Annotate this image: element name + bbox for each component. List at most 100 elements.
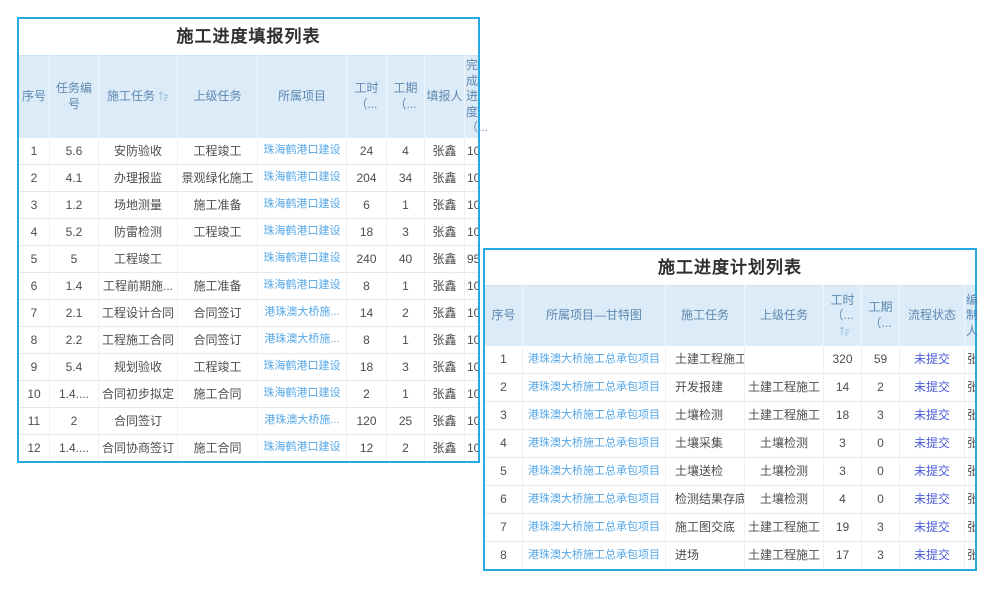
cell: 1 [387, 380, 425, 407]
cell: 24 [347, 138, 387, 165]
progress-report-panel: 施工进度填报列表 序号任务编号施工任务上级任务所属项目工时（...工期（...填… [17, 17, 480, 463]
column-header: 施工任务 [666, 286, 745, 347]
cell: 1 [387, 191, 425, 218]
column-header-label: 序号 [22, 89, 46, 103]
project-link[interactable]: 港珠澳大桥施... [258, 326, 347, 353]
status-link[interactable]: 未提交 [900, 346, 965, 374]
table-row: 101.4....合同初步拟定施工合同珠海鹤港口建设21张鑫100 [19, 380, 478, 407]
cell: 2.1 [50, 299, 99, 326]
status-link[interactable]: 未提交 [900, 542, 965, 570]
cell: 2 [19, 164, 50, 191]
project-link[interactable]: 港珠澳大桥施工总承包项目 [523, 374, 666, 402]
cell: 土建工程施工 [666, 346, 745, 374]
column-header-label: 上级任务 [760, 308, 808, 322]
project-link[interactable]: 港珠澳大桥施工总承包项目 [523, 402, 666, 430]
cell: 18 [824, 402, 862, 430]
cell: 100 [465, 138, 479, 165]
project-link[interactable]: 港珠澳大桥施工总承包项目 [523, 514, 666, 542]
table-row: 45.2防雷检测工程竣工珠海鹤港口建设183张鑫100 [19, 218, 478, 245]
column-header-label: 任务编号 [56, 81, 92, 111]
cell: 3 [485, 402, 523, 430]
column-header: 所属项目 [258, 56, 347, 138]
cell: 土壤采集 [666, 430, 745, 458]
cell: 14 [347, 299, 387, 326]
project-link[interactable]: 港珠澳大桥施工总承包项目 [523, 486, 666, 514]
cell: 95 [465, 245, 479, 272]
cell: 张鑫 [965, 402, 976, 430]
cell: 4 [19, 218, 50, 245]
column-header[interactable]: 工时（... [824, 286, 862, 347]
cell: 100 [465, 407, 479, 434]
table-row: 4港珠澳大桥施工总承包项目土壤采集土壤检测30未提交张鑫 [485, 430, 975, 458]
project-link[interactable]: 珠海鹤港口建设 [258, 434, 347, 461]
cell: 9 [19, 353, 50, 380]
cell: 张鑫 [425, 138, 465, 165]
cell: 土建工程施工 [745, 374, 824, 402]
cell: 1.4.... [50, 434, 99, 461]
column-header-label: 工时（... [354, 81, 378, 111]
project-link[interactable]: 珠海鹤港口建设 [258, 272, 347, 299]
project-link[interactable]: 港珠澳大桥施工总承包项目 [523, 346, 666, 374]
cell: 4.1 [50, 164, 99, 191]
project-link[interactable]: 港珠澳大桥施工总承包项目 [523, 458, 666, 486]
table-row: 55工程竣工珠海鹤港口建设24040张鑫95 [19, 245, 478, 272]
table-row: 31.2场地测量施工准备珠海鹤港口建设61张鑫100 [19, 191, 478, 218]
table-row: 24.1办理报监景观绿化施工珠海鹤港口建设20434张鑫100 [19, 164, 478, 191]
cell: 张鑫 [965, 542, 976, 570]
cell: 工程竣工 [178, 138, 258, 165]
cell: 施工图交底 [666, 514, 745, 542]
project-link[interactable]: 港珠澳大桥施... [258, 407, 347, 434]
status-link[interactable]: 未提交 [900, 486, 965, 514]
project-link[interactable]: 港珠澳大桥施... [258, 299, 347, 326]
status-link[interactable]: 未提交 [900, 458, 965, 486]
project-link[interactable]: 珠海鹤港口建设 [258, 353, 347, 380]
project-link[interactable]: 珠海鹤港口建设 [258, 164, 347, 191]
status-link[interactable]: 未提交 [900, 514, 965, 542]
cell: 张鑫 [425, 353, 465, 380]
cell: 100 [465, 326, 479, 353]
project-link[interactable]: 港珠澳大桥施工总承包项目 [523, 542, 666, 570]
cell: 1.4 [50, 272, 99, 299]
cell: 1 [387, 326, 425, 353]
cell: 合同协商签订 [99, 434, 178, 461]
cell: 防雷检测 [99, 218, 178, 245]
cell: 土壤检测 [666, 402, 745, 430]
column-header: 工时（... [347, 56, 387, 138]
project-link[interactable]: 珠海鹤港口建设 [258, 138, 347, 165]
status-link[interactable]: 未提交 [900, 374, 965, 402]
cell: 100 [465, 218, 479, 245]
sort-icon [839, 325, 850, 336]
column-header-label: 所属项目—甘特图 [546, 308, 642, 322]
status-link[interactable]: 未提交 [900, 402, 965, 430]
status-link[interactable]: 未提交 [900, 430, 965, 458]
cell: 土壤检测 [745, 458, 824, 486]
project-link[interactable]: 珠海鹤港口建设 [258, 191, 347, 218]
column-header-label: 所属项目 [278, 89, 326, 103]
project-link[interactable]: 珠海鹤港口建设 [258, 245, 347, 272]
cell: 10 [19, 380, 50, 407]
cell: 5 [485, 458, 523, 486]
project-link[interactable]: 珠海鹤港口建设 [258, 380, 347, 407]
cell: 土建工程施工 [745, 514, 824, 542]
cell: 3 [824, 458, 862, 486]
project-link[interactable]: 珠海鹤港口建设 [258, 218, 347, 245]
column-header: 所属项目—甘特图 [523, 286, 666, 347]
cell: 18 [347, 353, 387, 380]
cell: 5 [19, 245, 50, 272]
cell: 张鑫 [425, 434, 465, 461]
cell: 11 [19, 407, 50, 434]
column-header-label: 上级任务 [193, 89, 241, 103]
table-row: 2港珠澳大桥施工总承包项目开发报建土建工程施工142未提交张鑫 [485, 374, 975, 402]
column-header: 任务编号 [50, 56, 99, 138]
cell: 7 [19, 299, 50, 326]
cell: 工程竣工 [99, 245, 178, 272]
cell: 6 [485, 486, 523, 514]
cell: 施工合同 [178, 380, 258, 407]
cell: 张鑫 [425, 326, 465, 353]
column-header[interactable]: 施工任务 [99, 56, 178, 138]
cell: 8 [347, 326, 387, 353]
cell: 工程竣工 [178, 218, 258, 245]
cell: 4 [387, 138, 425, 165]
cell [745, 346, 824, 374]
project-link[interactable]: 港珠澳大桥施工总承包项目 [523, 430, 666, 458]
